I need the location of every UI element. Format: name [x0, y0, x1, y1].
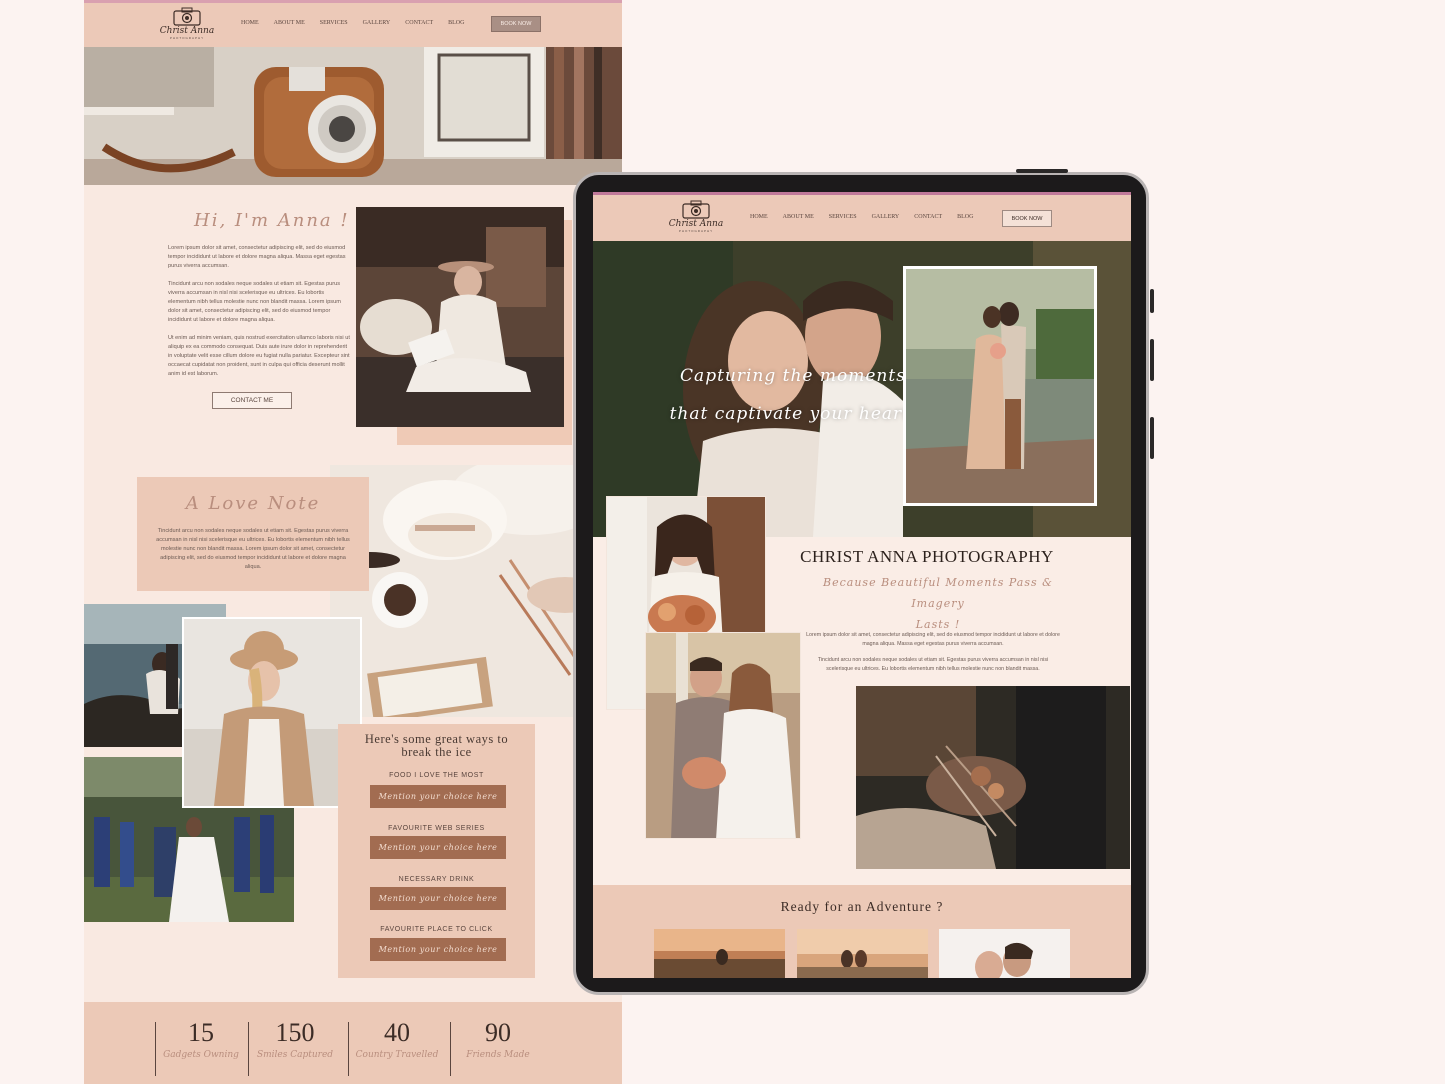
- tablet-nav-links: HOME ABOUT ME SERVICES GALLERY CONTACT B…: [750, 214, 973, 220]
- icebreaker-answer-drink: Mention your choice here: [370, 887, 506, 910]
- tablet-header: Christ Anna PHOTOGRAPHY HOME ABOUT ME SE…: [593, 195, 1131, 241]
- nav-blog[interactable]: BLOG: [957, 214, 973, 220]
- hero-tagline-line2: that captivate your heart.: [669, 404, 917, 424]
- stat-gadgets: 15 Gadgets Owning: [151, 1018, 251, 1060]
- nav-blog[interactable]: BLOG: [448, 20, 464, 26]
- icebreaker-box: Here's some great ways to break the ice …: [338, 724, 535, 978]
- icebreaker-heading: Here's some great ways to break the ice: [338, 733, 535, 759]
- desktop-nav-links: HOME ABOUT ME SERVICES GALLERY CONTACT B…: [241, 20, 464, 26]
- adventure-photo-2: [797, 929, 928, 978]
- tablet-side-button: [1150, 339, 1154, 381]
- groom-and-bride-photo: [645, 632, 801, 839]
- adventure-photo-1: [654, 929, 785, 978]
- adventure-heading: Ready for an Adventure ?: [780, 899, 944, 914]
- book-now-button[interactable]: BOOK NOW: [491, 16, 541, 32]
- book-now-button[interactable]: BOOK NOW: [1002, 210, 1052, 227]
- stat-smiles-caption: Smiles Captured: [256, 1050, 334, 1060]
- about-paragraph-2: Tincidunt arcu non sodales neque sodales…: [168, 281, 341, 323]
- tablet-logo[interactable]: Christ Anna PHOTOGRAPHY: [665, 199, 727, 233]
- nav-gallery[interactable]: GALLERY: [363, 20, 391, 26]
- about-paragraph-1: Lorem ipsum dolor sit amet, consectetur …: [168, 245, 346, 269]
- desktop-header: Christ Anna PHOTOGRAPHY HOME ABOUT ME SE…: [84, 3, 622, 47]
- icebreaker-heading-line1: Here's some great ways to: [364, 732, 509, 746]
- tablet-top-button: [1016, 169, 1068, 173]
- tablet-side-button: [1150, 289, 1154, 313]
- nav-services[interactable]: SERVICES: [320, 20, 348, 26]
- stat-countries: 40 Country Travelled: [347, 1018, 447, 1060]
- tablet-paragraph-2: Tincidunt arcu non sodales neque sodales…: [817, 657, 1049, 672]
- stat-smiles-number: 150: [275, 1018, 315, 1047]
- about-paragraph-3: Ut enim ad minim veniam, quis nostrud ex…: [168, 335, 350, 377]
- logo-script-text: Christ Anna: [668, 219, 724, 229]
- love-note-text: Tincidunt arcu non sodales neque sodales…: [156, 528, 350, 570]
- camera-photo-illustration: [84, 47, 622, 185]
- nav-home[interactable]: HOME: [750, 214, 768, 220]
- stats-band: 15 Gadgets Owning 150 Smiles Captured 40…: [84, 1002, 622, 1084]
- logo-script-text: Christ Anna: [159, 26, 215, 36]
- tablet-device-frame: Christ Anna PHOTOGRAPHY HOME ABOUT ME SE…: [573, 169, 1154, 995]
- desktop-page-preview: Christ Anna PHOTOGRAPHY HOME ABOUT ME SE…: [84, 0, 622, 1084]
- stat-countries-number: 40: [384, 1018, 410, 1047]
- icebreaker-answer-place: Mention your choice here: [370, 938, 506, 961]
- tablet-tagline-line1: Because Beautiful Moments Pass & Imagery: [823, 576, 1053, 610]
- desktop-logo[interactable]: Christ Anna PHOTOGRAPHY: [156, 6, 218, 40]
- about-photo-woman-reading: [356, 207, 564, 427]
- tablet-screen: Christ Anna PHOTOGRAPHY HOME ABOUT ME SE…: [593, 192, 1131, 978]
- nav-contact[interactable]: CONTACT: [914, 214, 942, 220]
- icebreaker-label-place: FAVOURITE PLACE TO CLICK: [380, 926, 493, 933]
- love-note-heading: A Love Note: [185, 493, 321, 514]
- tablet-side-button: [1150, 417, 1154, 459]
- icebreaker-heading-line2: break the ice: [401, 745, 472, 759]
- adventure-photo-3: [939, 929, 1070, 978]
- nav-services[interactable]: SERVICES: [829, 214, 857, 220]
- tablet-tagline-line2: Lasts !: [915, 618, 961, 631]
- nav-about[interactable]: ABOUT ME: [783, 214, 814, 220]
- contact-me-button[interactable]: CONTACT ME: [212, 392, 292, 409]
- stat-countries-caption: Country Travelled: [355, 1050, 439, 1060]
- icebreaker-label-drink: NECESSARY DRINK: [398, 876, 475, 883]
- stat-gadgets-caption: Gadgets Owning: [163, 1050, 239, 1060]
- love-note-box: A Love Note Tincidunt arcu non sodales n…: [137, 477, 369, 591]
- tablet-site-title: CHRIST ANNA PHOTOGRAPHY: [800, 547, 1054, 566]
- nav-contact[interactable]: CONTACT: [405, 20, 433, 26]
- tablet-hero-image: Capturing the moments that captivate you…: [593, 241, 1131, 537]
- hero-camera-image: [84, 47, 622, 185]
- camera-icon: [173, 7, 201, 26]
- tablet-tagline: Because Beautiful Moments Pass & Imagery…: [803, 572, 1073, 635]
- logo-sub-text: PHOTOGRAPHY: [169, 36, 205, 40]
- icebreaker-label-web-series: FAVOURITE WEB SERIES: [388, 825, 485, 832]
- tablet-paragraph-1: Lorem ipsum dolor sit amet, consectetur …: [806, 632, 1060, 647]
- woman-with-hat-photo: [182, 617, 362, 808]
- nav-about[interactable]: ABOUT ME: [274, 20, 305, 26]
- stat-gadgets-number: 15: [188, 1018, 214, 1047]
- bouquet-closeup-photo: [856, 686, 1130, 869]
- stat-friends-number: 90: [485, 1018, 511, 1047]
- couple-on-dock-photo: [903, 266, 1097, 506]
- icebreaker-answer-food: Mention your choice here: [370, 785, 506, 808]
- hero-tagline-line1: Capturing the moments: [680, 366, 906, 386]
- logo-sub-text: PHOTOGRAPHY: [678, 229, 714, 233]
- about-heading: Hi, I'm Anna !: [194, 210, 350, 231]
- stat-friends-caption: Friends Made: [466, 1050, 530, 1060]
- nav-home[interactable]: HOME: [241, 20, 259, 26]
- icebreaker-answer-web-series: Mention your choice here: [370, 836, 506, 859]
- camera-icon: [682, 200, 710, 219]
- icebreaker-label-food: FOOD I LOVE THE MOST: [389, 772, 484, 779]
- stat-smiles: 150 Smiles Captured: [245, 1018, 345, 1060]
- stat-friends: 90 Friends Made: [448, 1018, 548, 1060]
- nav-gallery[interactable]: GALLERY: [872, 214, 900, 220]
